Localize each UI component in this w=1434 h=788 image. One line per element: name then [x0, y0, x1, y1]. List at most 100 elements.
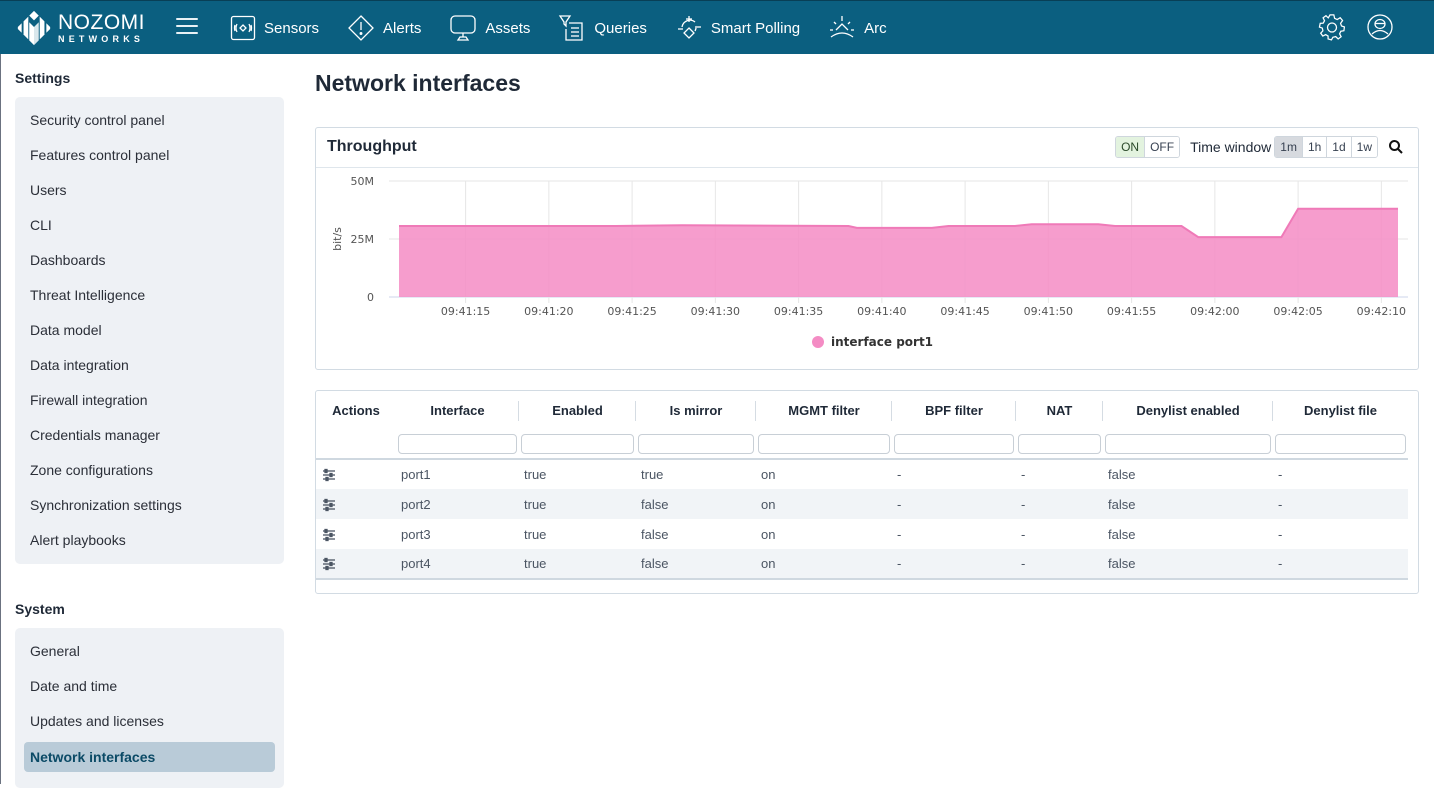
cell-nat: - — [1016, 458, 1103, 489]
filter-input-nat[interactable] — [1018, 433, 1101, 454]
sidebar-item-firewall-integration[interactable]: Firewall integration — [24, 383, 275, 418]
y-axis-label: bit/s — [331, 227, 344, 251]
nav-alerts-label: Alerts — [383, 19, 422, 37]
filter-input-mgmt-filter[interactable] — [758, 433, 890, 454]
nozomi-logo-icon — [17, 10, 51, 46]
toggle-off-button[interactable]: OFF — [1145, 137, 1180, 157]
toggle-on-button[interactable]: ON — [1116, 137, 1146, 157]
sidebar-item-threat-intelligence[interactable]: Threat Intelligence — [24, 278, 275, 313]
nav-queries[interactable]: Queries — [558, 14, 647, 42]
throughput-controls: ON OFF Time window 1m 1h 1d 1w — [1115, 136, 1404, 158]
nav-alerts[interactable]: Alerts — [347, 14, 421, 42]
x-tick-label: 09:41:30 — [691, 305, 740, 318]
column-header-denylist-enabled[interactable]: Denylist enabled — [1103, 391, 1273, 429]
top-right-controls — [1318, 13, 1394, 41]
sliders-settings-icon[interactable] — [322, 557, 336, 571]
live-toggle: ON OFF — [1115, 136, 1181, 158]
sidebar-item-date-and-time[interactable]: Date and time — [24, 669, 275, 704]
arc-sun-icon — [830, 16, 855, 38]
filter-cell-actions — [316, 429, 396, 459]
sidebar-item-data-integration[interactable]: Data integration — [24, 348, 275, 383]
gear-icon[interactable] — [1318, 13, 1346, 41]
logo-subtitle: NETWORKS — [58, 34, 145, 44]
sidebar-item-credentials-manager[interactable]: Credentials manager — [24, 418, 275, 453]
column-header-label: Is mirror — [669, 402, 723, 418]
cell-enabled: true — [519, 549, 636, 580]
sidebar-item-alert-playbooks[interactable]: Alert playbooks — [24, 523, 275, 558]
sidebar-item-cli[interactable]: CLI — [24, 208, 275, 243]
column-header-denylist-file[interactable]: Denylist file — [1273, 391, 1408, 429]
time-window-1d-button[interactable]: 1d — [1327, 137, 1352, 157]
column-header-bpf-filter[interactable]: BPF filter — [892, 391, 1016, 429]
column-header-label: Enabled — [552, 402, 603, 418]
sliders-settings-icon[interactable] — [322, 528, 336, 542]
column-header-nat[interactable]: NAT — [1016, 391, 1103, 429]
sidebar-item-dashboards[interactable]: Dashboards — [24, 243, 275, 278]
x-tick-label: 09:42:00 — [1190, 305, 1239, 318]
cell-denylist-file: - — [1273, 458, 1408, 489]
column-header-label: NAT — [1046, 402, 1073, 418]
cell-interface: port1 — [396, 458, 519, 489]
legend-marker — [812, 336, 824, 348]
nav-assets[interactable]: Assets — [449, 14, 530, 42]
sidebar-settings-group: Security control panel Features control … — [15, 97, 284, 564]
column-header-mgmt-filter[interactable]: MGMT filter — [756, 391, 892, 429]
x-tick-label: 09:41:25 — [607, 305, 656, 318]
sidebar-item-synchronization-settings[interactable]: Synchronization settings — [24, 488, 275, 523]
cell-mgmt-filter: on — [756, 549, 892, 580]
sidebar-item-general[interactable]: General — [24, 634, 275, 669]
sidebar-system-group: General Date and time Updates and licens… — [15, 628, 284, 788]
filter-input-enabled[interactable] — [521, 433, 634, 454]
time-window-1h-button[interactable]: 1h — [1302, 137, 1328, 157]
nav-smart-polling[interactable]: Smart Polling — [675, 14, 800, 42]
column-header-enabled[interactable]: Enabled — [519, 391, 636, 429]
cell-bpf-filter: - — [897, 526, 902, 542]
nav-arc[interactable]: Arc — [828, 14, 887, 42]
time-window-1m-button[interactable]: 1m — [1275, 137, 1303, 157]
sliders-settings-icon[interactable] — [322, 498, 336, 512]
nav-smart-polling-label: Smart Polling — [710, 19, 801, 37]
column-header-label: Actions — [332, 402, 380, 418]
sidebar-item-network-interfaces[interactable]: Network interfaces — [24, 742, 275, 772]
cell-nat: - — [1016, 549, 1103, 580]
cell-is-mirror: false — [641, 526, 669, 542]
sidebar-item-updates-and-licenses[interactable]: Updates and licenses — [24, 704, 275, 739]
x-tick-label: 09:42:10 — [1357, 305, 1406, 318]
y-tick-label: 50M — [351, 175, 375, 188]
filter-input-denylist-file[interactable] — [1275, 433, 1406, 454]
cell-denylist-file: - — [1278, 526, 1283, 542]
top-navigation-bar: NOZOMI NETWORKS Sensors Alerts Assets Qu… — [0, 0, 1434, 54]
x-tick-label: 09:41:40 — [857, 305, 906, 318]
cell-is-mirror: false — [636, 549, 756, 580]
filter-input-interface[interactable] — [398, 433, 517, 454]
hamburger-menu-button[interactable] — [176, 18, 198, 36]
sidebar-item-users[interactable]: Users — [24, 173, 275, 208]
search-icon[interactable] — [1388, 139, 1404, 155]
column-header-interface[interactable]: Interface — [396, 391, 519, 429]
sidebar-item-security-control-panel[interactable]: Security control panel — [24, 103, 275, 138]
throughput-title: Throughput — [327, 138, 417, 155]
logo-wordmark: NOZOMI — [58, 11, 145, 34]
nav-arc-label: Arc — [864, 19, 887, 37]
column-header-label: MGMT filter — [788, 402, 860, 418]
time-window-1w-button[interactable]: 1w — [1351, 137, 1377, 157]
sidebar-item-data-model[interactable]: Data model — [24, 313, 275, 348]
time-window-selector: 1m 1h 1d 1w — [1274, 136, 1378, 158]
filter-input-bpf-filter[interactable] — [894, 433, 1014, 454]
sidebar-item-features-control-panel[interactable]: Features control panel — [24, 138, 275, 173]
nav-sensors[interactable]: Sensors — [230, 15, 319, 41]
column-header-actions: Actions — [316, 391, 396, 429]
cell-is-mirror: true — [636, 458, 756, 489]
cell-denylist-file: - — [1273, 549, 1408, 580]
nozomi-logo[interactable]: NOZOMI NETWORKS — [14, 9, 145, 47]
cell-bpf-filter: - — [892, 489, 1016, 519]
column-header-is-mirror[interactable]: Is mirror — [636, 391, 756, 429]
x-tick-label: 09:41:20 — [524, 305, 573, 318]
sensors-icon — [230, 15, 256, 41]
user-profile-icon[interactable] — [1366, 13, 1394, 41]
filter-input-is-mirror[interactable] — [638, 433, 754, 454]
sliders-settings-icon[interactable] — [322, 468, 336, 482]
sidebar-item-zone-configurations[interactable]: Zone configurations — [24, 453, 275, 488]
filter-input-denylist-enabled[interactable] — [1105, 433, 1271, 454]
x-tick-label: 09:41:15 — [441, 305, 490, 318]
